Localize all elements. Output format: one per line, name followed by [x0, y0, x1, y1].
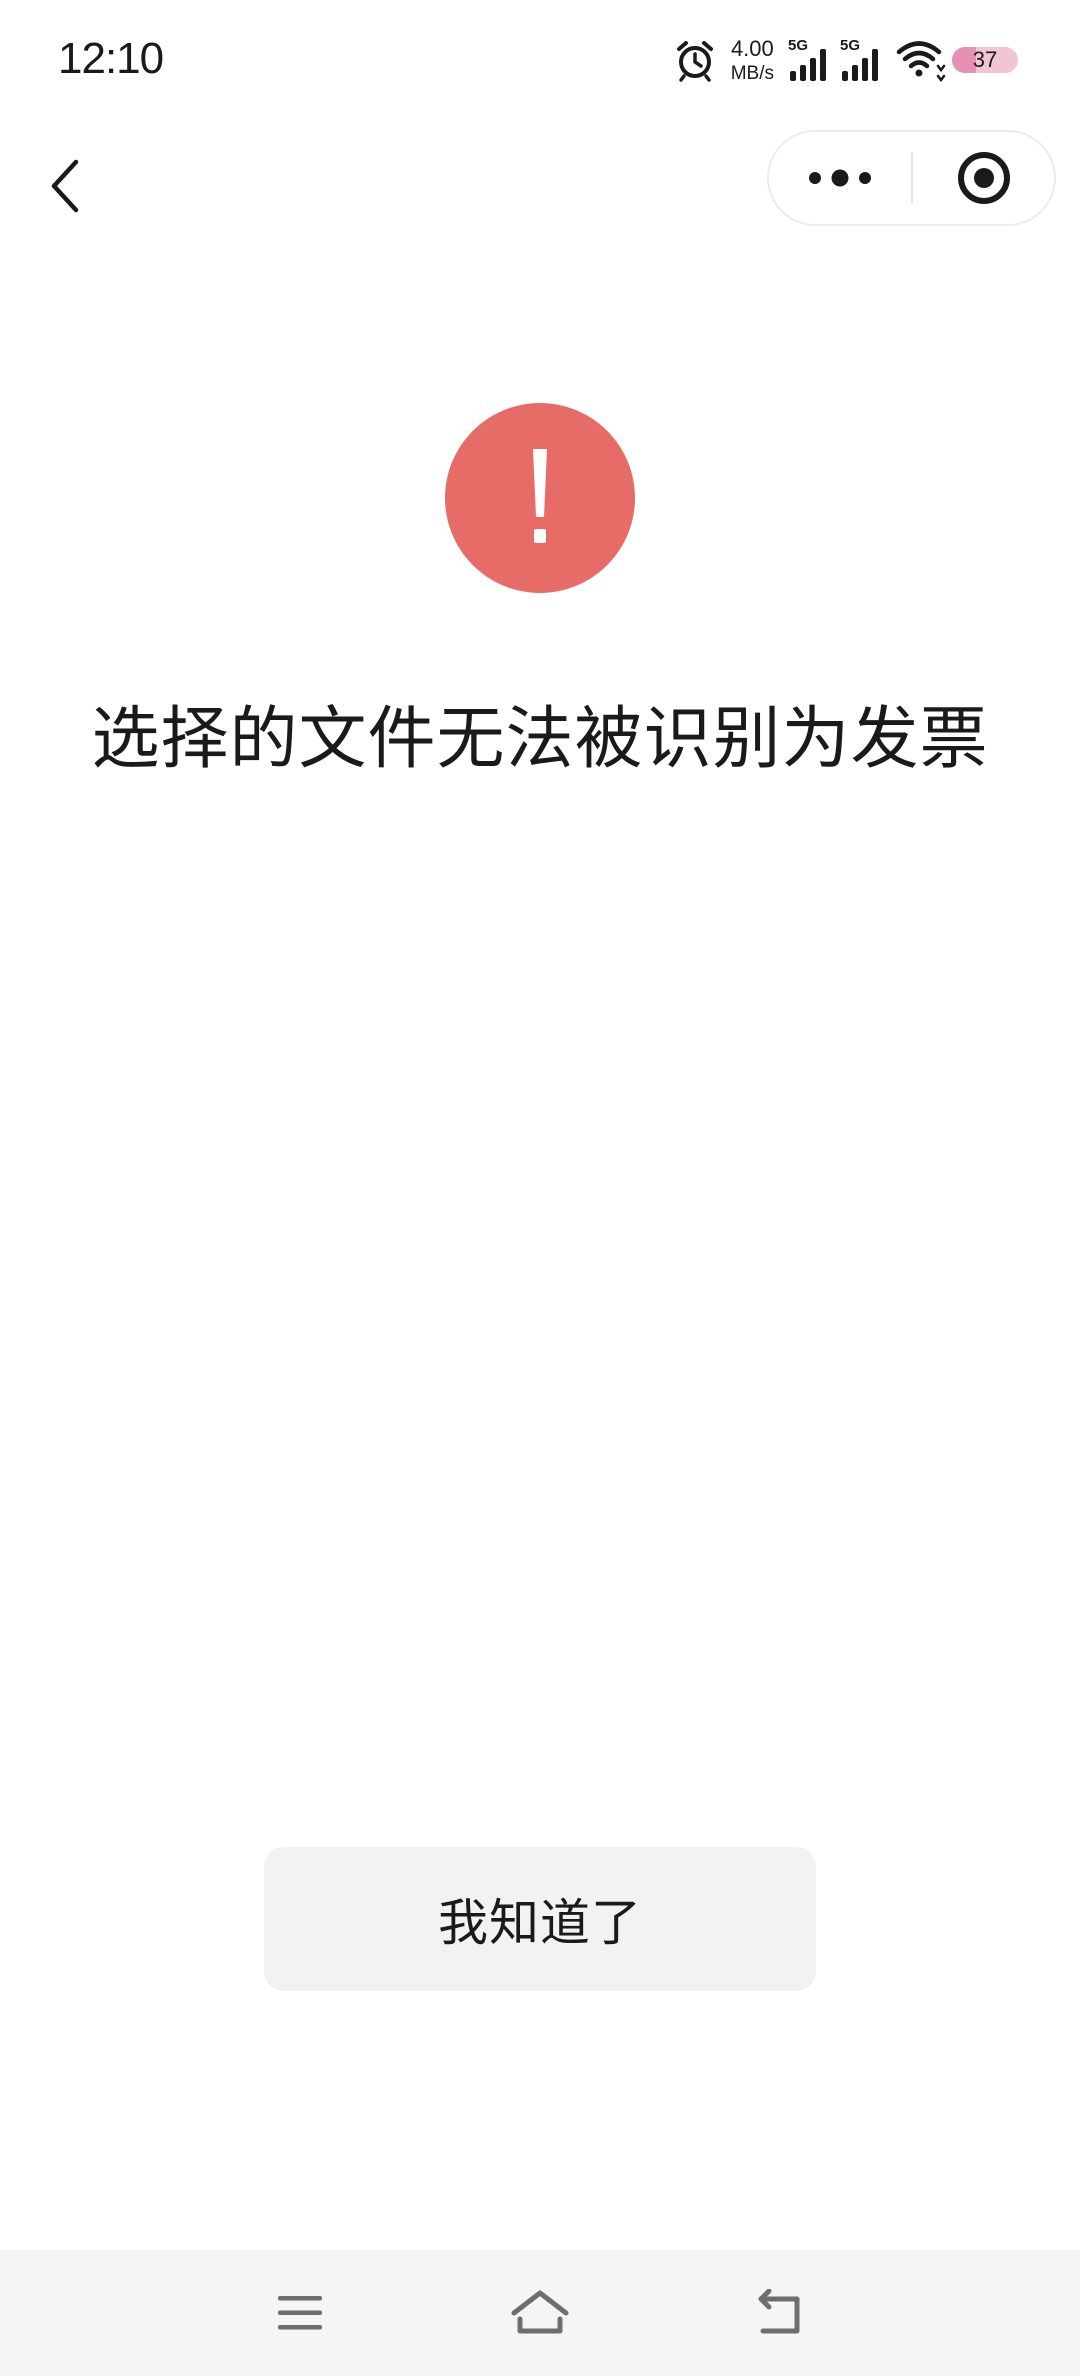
status-bar: 12:10 4.00 MB/s 5G 5G 37: [0, 0, 1080, 120]
close-mini-program-button[interactable]: [913, 132, 1054, 224]
mini-program-capsule: [767, 130, 1056, 226]
back-icon: [758, 2289, 800, 2334]
signal-icon: 5G: [840, 37, 884, 83]
back-button[interactable]: [34, 148, 98, 224]
exclamation-icon: [445, 403, 635, 593]
error-message: 选择的文件无法被识别为发票: [91, 700, 989, 779]
battery-level: 37: [972, 47, 998, 72]
wifi-icon: [896, 41, 946, 82]
more-dots-icon: [809, 169, 871, 187]
system-nav-bar: [0, 2250, 1080, 2376]
network-speed-value: 4.00: [730, 35, 774, 61]
status-icons: 4.00 MB/s 5G 5G 37: [673, 30, 1018, 90]
target-close-icon: [957, 152, 1010, 204]
system-back-button[interactable]: [740, 2280, 820, 2346]
screen: 12:10 4.00 MB/s 5G 5G 37 选择的文件无法被识别为发票 我…: [0, 0, 1080, 2376]
home-button[interactable]: [500, 2280, 580, 2346]
chevron-left-icon: [51, 159, 79, 213]
status-time: 12:10: [58, 34, 164, 83]
network-speed-unit: MB/s: [730, 62, 774, 84]
confirm-button[interactable]: 我知道了: [264, 1847, 816, 1991]
network-speed: 4.00 MB/s: [730, 35, 774, 84]
recent-apps-button[interactable]: [260, 2280, 340, 2346]
battery-icon: 37: [952, 47, 1018, 73]
signal-icon: 5G: [788, 37, 832, 83]
more-button[interactable]: [769, 132, 911, 224]
home-icon: [511, 2290, 569, 2334]
alarm-icon: [676, 41, 713, 82]
menu-icon: [278, 2296, 322, 2330]
